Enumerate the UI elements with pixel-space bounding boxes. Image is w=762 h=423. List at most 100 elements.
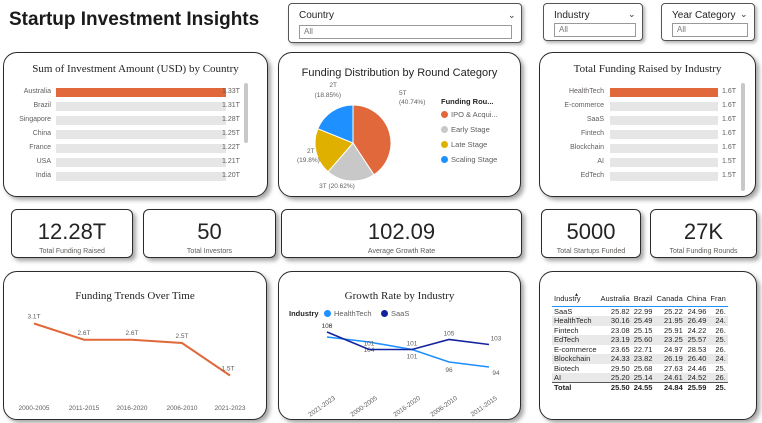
kpi-value: 12.28T — [37, 219, 107, 244]
row-header: SaaS — [554, 307, 573, 316]
table-cell: 24. — [708, 316, 728, 326]
column-header[interactable]: Australia — [598, 294, 632, 307]
table-cell: 25.82 — [610, 307, 630, 316]
table-row[interactable]: E-commerce 23.65 22.71 24.97 28.53 26. — [552, 345, 728, 355]
bar-category-label: France — [29, 144, 51, 151]
country-select[interactable]: All — [299, 25, 512, 39]
kpi-investors-card: 50 Total Investors — [143, 209, 276, 258]
industry-bar-chart-card: Total Funding Raised by Industry HealthT… — [539, 52, 756, 197]
table-cell: 25.60 — [631, 335, 655, 345]
chevron-down-icon[interactable]: ⌄ — [740, 9, 748, 20]
pie-data-label: 2T — [329, 82, 337, 89]
bar-value-label: 1.6T — [722, 130, 737, 137]
sort-indicator-icon[interactable]: ▴ — [575, 291, 578, 298]
table-cell: 24.52 — [684, 373, 709, 383]
x-axis-tick-label: 2011-2015 — [69, 405, 100, 412]
row-header: Biotech — [554, 363, 580, 373]
bar[interactable] — [56, 102, 223, 111]
table-cell: 23.25 — [654, 335, 685, 345]
kpi-label: Total Investors — [186, 248, 233, 255]
country-bar-chart-card: Sum of Investment Amount (USD) by Countr… — [3, 52, 268, 197]
growth-rate-chart-card: Growth Rate by Industry Industry HealthT… — [278, 271, 521, 420]
legend-label: Late Stage — [451, 140, 488, 149]
column-header[interactable]: Canada — [654, 294, 685, 307]
bar-value-label: 1.33T — [222, 88, 240, 95]
table-cell: 28.53 — [687, 344, 707, 354]
table-row[interactable]: AI 25.20 25.14 24.61 24.52 26. — [552, 373, 728, 383]
year-category-select[interactable]: All — [672, 23, 748, 37]
industry-slicer[interactable]: Industry ⌄ All — [543, 3, 643, 41]
kpi-growth-card: 102.09 Average Growth Rate — [281, 209, 522, 258]
chevron-down-icon[interactable]: ⌄ — [628, 9, 636, 20]
pie-legend-item[interactable]: Scaling Stage — [441, 155, 497, 164]
bar[interactable] — [56, 172, 209, 181]
bar[interactable] — [56, 144, 212, 153]
table-cell: 25.20 — [598, 373, 632, 383]
bar[interactable] — [610, 88, 718, 97]
country-slicer[interactable]: Country ⌄ All — [288, 3, 522, 43]
bar[interactable] — [610, 144, 718, 153]
column-header[interactable]: Fran — [708, 294, 728, 307]
chart-title: Total Funding Raised by Industry — [573, 63, 722, 75]
table-cell: 23.82 — [631, 354, 655, 364]
table-cell: 24.61 — [654, 373, 685, 383]
pie-data-label: 3T (20.62%) — [319, 183, 355, 190]
bar-value-label: 1.20T — [222, 172, 240, 179]
table-cell: 25.49 — [631, 316, 655, 326]
trend-line-chart: 3.1T 2000-2005 2.6T 2011-2015 2.6T 2016-2020 2… — [18, 314, 245, 413]
industry-select[interactable]: All — [554, 23, 636, 37]
column-header[interactable]: China — [684, 294, 709, 307]
x-axis-tick-label: 2006-2010 — [166, 405, 197, 412]
table-cell: 25.15 — [633, 325, 653, 335]
pie-legend-item[interactable]: Early Stage — [441, 125, 490, 134]
year-category-slicer[interactable]: Year Category ⌄ All — [661, 3, 755, 41]
bar[interactable] — [56, 130, 215, 139]
bar[interactable] — [610, 172, 711, 181]
table-cell: 26. — [708, 373, 728, 383]
bar-category-label: HealthTech — [568, 88, 604, 95]
pie-data-label: (40.74%) — [399, 99, 425, 106]
x-axis-tick-label: 2016-2020 — [392, 395, 422, 419]
bar[interactable] — [610, 130, 718, 139]
growth-data-label: 106 — [322, 323, 333, 330]
table-row[interactable]: Blockchain 24.33 23.82 26.19 26.40 24. — [552, 354, 728, 364]
kpi-value: 50 — [197, 219, 222, 244]
pie-legend-item[interactable]: Late Stage — [441, 140, 487, 149]
trend-data-label: 1.5T — [221, 366, 234, 373]
bar[interactable] — [610, 102, 718, 111]
table-cell: 25. — [708, 335, 728, 345]
kpi-value: 102.09 — [367, 219, 436, 244]
table-row[interactable]: Fintech 23.08 25.15 25.91 24.22 26. — [552, 326, 728, 336]
column-header[interactable]: Brazil — [631, 294, 655, 307]
table-row[interactable]: EdTech 23.19 25.60 23.25 25.57 25. — [552, 335, 728, 345]
table-cell: 24.22 — [687, 325, 707, 335]
bar[interactable] — [56, 88, 226, 97]
table-row[interactable]: HealthTech 30.16 25.49 21.95 26.49 24. — [552, 316, 728, 326]
kpi-label: Average Growth Rate — [367, 248, 436, 255]
industry-slicer-label: Industry — [554, 10, 590, 21]
bar[interactable] — [56, 158, 210, 167]
bar[interactable] — [610, 116, 718, 125]
bar[interactable] — [56, 116, 219, 125]
table-cell: 30.16 — [598, 316, 632, 326]
x-axis-tick-label: 2021-2023 — [307, 395, 337, 419]
row-header: AI — [552, 373, 599, 383]
scrollbar[interactable] — [244, 83, 248, 143]
legend-label: Early Stage — [451, 125, 490, 134]
scrollbar[interactable] — [741, 83, 745, 191]
legend-dot-icon — [441, 156, 448, 163]
bar-category-label: Australia — [23, 88, 51, 95]
table-row[interactable]: Biotech 29.50 25.68 27.63 24.46 25. — [552, 364, 728, 374]
growth-data-label: 101 — [407, 341, 418, 348]
row-header: Fintech — [554, 325, 579, 335]
chevron-down-icon[interactable]: ⌄ — [508, 10, 516, 21]
table-cell: 29.50 — [610, 363, 630, 373]
bar[interactable] — [610, 158, 711, 167]
kpi-label: Total Startups Funded — [556, 248, 626, 255]
kpi-label: Total Funding Rounds — [669, 248, 738, 255]
trend-data-label: 2.6T — [77, 330, 90, 337]
pie-legend-item[interactable]: IPO & Acqui... — [441, 110, 498, 119]
bar-value-label: 1.22T — [222, 144, 240, 151]
table-row[interactable]: SaaS 25.82 22.99 25.22 24.96 26. — [552, 307, 728, 316]
bar-category-label: Fintech — [581, 130, 604, 137]
